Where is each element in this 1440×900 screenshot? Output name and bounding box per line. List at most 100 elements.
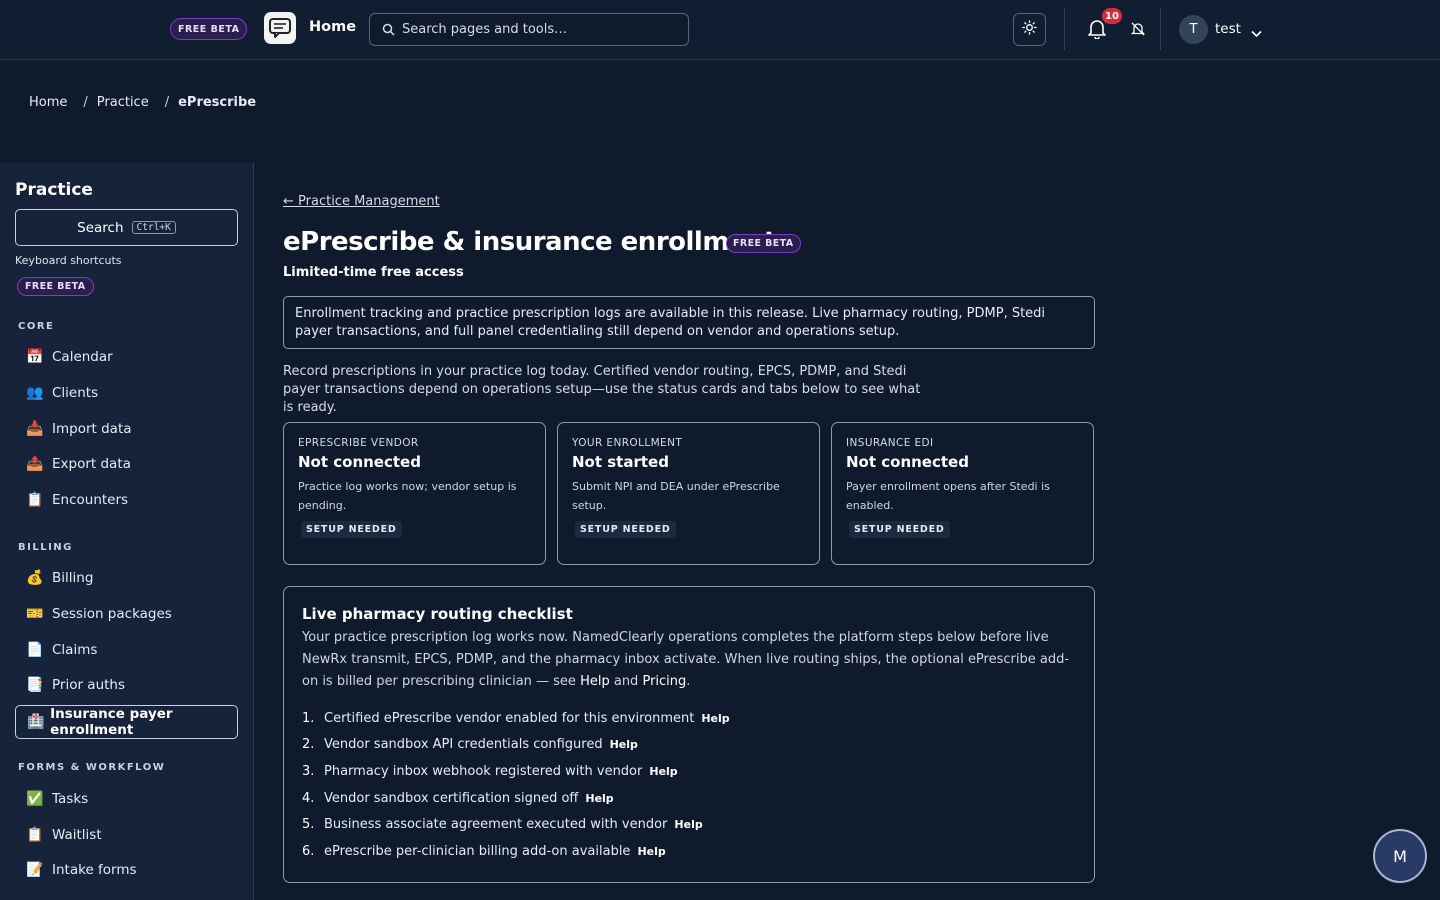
help-link[interactable]: Help (585, 792, 613, 805)
sidebar-item-intake-forms[interactable]: 📝 Intake forms (15, 853, 238, 887)
bell-off-icon[interactable] (1130, 21, 1146, 41)
sidebar-item-import-data[interactable]: 📥 Import data (15, 412, 238, 446)
help-link[interactable]: Help (701, 712, 729, 725)
item-number: 1. (302, 710, 315, 726)
app-title[interactable]: Home (309, 19, 356, 35)
list-item: 2. Vendor sandbox API credentials configu… (302, 732, 1076, 759)
bookmark-tabs-icon: 📑 (26, 677, 44, 693)
card-status: Not connected (846, 453, 969, 471)
card-description: Practice log works now; vendor setup is … (298, 480, 517, 512)
clipboard-icon: 📋 (26, 827, 44, 843)
list-item: 3. Pharmacy inbox webhook registered with… (302, 758, 1076, 785)
sidebar-item-waitlist[interactable]: 📋 Waitlist (15, 818, 238, 852)
clipboard-icon: 📋 (26, 492, 44, 508)
document-icon: 📄 (26, 642, 44, 658)
breadcrumb-practice[interactable]: Practice (97, 95, 149, 110)
people-icon: 👥 (26, 385, 44, 401)
item-number: 3. (302, 763, 315, 779)
sidebar-item-prior-auths[interactable]: 📑 Prior auths (15, 668, 238, 702)
sidebar-item-label: Waitlist (52, 827, 102, 843)
theme-toggle-button[interactable] (1013, 13, 1046, 46)
calendar-icon: 📅 (26, 349, 44, 365)
sidebar-item-label: Calendar (52, 349, 113, 365)
breadcrumb-separator: / (83, 95, 88, 110)
card-status: Not connected (298, 453, 421, 471)
user-name[interactable]: test (1215, 21, 1241, 37)
chat-logo-icon[interactable] (264, 12, 296, 44)
page-title: ePrescribe & insurance enrollment (283, 227, 777, 257)
sidebar-item-label: Export data (52, 456, 131, 472)
free-beta-badge: FREE BETA (17, 277, 94, 296)
item-text: ePrescribe per-clinician billing add-on … (324, 843, 631, 859)
help-link[interactable]: Help (637, 845, 665, 858)
title-beta-badge: FREE BETA (726, 234, 801, 253)
card-status: Not started (572, 453, 669, 471)
sidebar-item-export-data[interactable]: 📤 Export data (15, 447, 238, 481)
help-link[interactable]: Help (674, 818, 702, 831)
hospital-icon: 🏥 (27, 714, 45, 730)
sidebar-item-clients[interactable]: 👥 Clients (15, 376, 238, 410)
card-eyebrow: INSURANCE EDI (846, 437, 934, 449)
item-text: Business associate agreement executed wi… (324, 817, 668, 833)
list-item: 4. Vendor sandbox certification signed of… (302, 785, 1076, 812)
sidebar-item-label: Intake forms (52, 862, 137, 878)
item-text: Pharmacy inbox webhook registered with v… (324, 763, 643, 779)
global-search-input[interactable]: Search pages and tools… (369, 13, 689, 46)
status-badge: SETUP NEEDED (849, 521, 950, 538)
outbox-tray-icon: 📤 (26, 456, 44, 472)
search-icon (382, 23, 395, 36)
divider (1160, 8, 1161, 50)
back-link-practice-management[interactable]: ← Practice Management (283, 194, 440, 209)
section-core: CORE (18, 321, 55, 332)
item-number: 4. (302, 790, 315, 806)
status-badge: SETUP NEEDED (301, 521, 402, 538)
sidebar-search-button[interactable]: Search Ctrl+K (15, 209, 238, 246)
avatar[interactable]: T (1179, 15, 1208, 44)
release-notice: Enrollment tracking and practice prescri… (283, 296, 1095, 349)
sidebar-search-label: Search (77, 219, 124, 236)
item-text: Vendor sandbox certification signed off (324, 790, 579, 806)
breadcrumb-current: ePrescribe (178, 95, 257, 110)
item-number: 6. (302, 843, 315, 859)
status-card-insurance-edi: INSURANCE EDI Not connected Payer enroll… (831, 422, 1094, 565)
search-placeholder: Search pages and tools… (402, 22, 568, 37)
sidebar-title: Practice (15, 180, 93, 200)
shortcut-kbd: Ctrl+K (131, 221, 176, 234)
sidebar-item-encounters[interactable]: 📋 Encounters (15, 483, 238, 517)
sidebar-item-insurance-payer-enrollment[interactable]: 🏥 Insurance payer enrollment (15, 705, 238, 739)
sidebar-item-session-packages[interactable]: 🎫 Session packages (15, 597, 238, 631)
checklist-items: 1. Certified ePrescribe vendor enabled fo… (302, 705, 1076, 865)
sidebar-item-calendar[interactable]: 📅 Calendar (15, 340, 238, 374)
sidebar-item-label: Billing (52, 570, 94, 586)
divider (1064, 8, 1065, 50)
help-link[interactable]: Help (610, 738, 638, 751)
card-eyebrow: YOUR ENROLLMENT (572, 437, 683, 449)
checklist-title: Live pharmacy routing checklist (302, 605, 573, 623)
list-item: 6. ePrescribe per-clinician billing add-o… (302, 838, 1076, 865)
keyboard-shortcuts-link[interactable]: Keyboard shortcuts (15, 254, 122, 267)
sidebar-item-billing[interactable]: 💰 Billing (15, 561, 238, 595)
breadcrumb-home[interactable]: Home (29, 95, 67, 110)
breadcrumb: Home / Practice / ePrescribe (29, 95, 256, 110)
sidebar-item-label: Claims (52, 642, 98, 658)
pricing-link[interactable]: Pricing (642, 674, 686, 689)
card-description: Payer enrollment opens after Stedi is en… (846, 480, 1050, 512)
top-bar: FREE BETA Home Search pages and tools… 1… (0, 0, 1440, 60)
status-badge: SETUP NEEDED (575, 521, 676, 538)
item-text: Vendor sandbox API credentials configure… (324, 737, 603, 753)
status-card-your-enrollment: YOUR ENROLLMENT Not started Submit NPI a… (557, 422, 820, 565)
sidebar-item-label: Session packages (52, 606, 172, 622)
sidebar-item-label: Import data (52, 421, 132, 437)
check-mark-icon: ✅ (26, 791, 44, 807)
sidebar: Practice Search Ctrl+K Keyboard shortcut… (0, 162, 254, 900)
help-link[interactable]: Help (580, 674, 610, 689)
sidebar-item-claims[interactable]: 📄 Claims (15, 633, 238, 667)
status-card-eprescribe-vendor: EPRESCRIBE VENDOR Not connected Practice… (283, 422, 546, 565)
sidebar-item-tasks[interactable]: ✅ Tasks (15, 782, 238, 816)
intro-text: Record prescriptions in your practice lo… (283, 364, 921, 415)
assistant-fab-button[interactable]: M (1373, 829, 1427, 883)
chevron-down-icon[interactable] (1251, 23, 1262, 42)
inbox-tray-icon: 📥 (26, 421, 44, 437)
help-link[interactable]: Help (649, 765, 677, 778)
sidebar-item-label: Tasks (52, 791, 89, 807)
